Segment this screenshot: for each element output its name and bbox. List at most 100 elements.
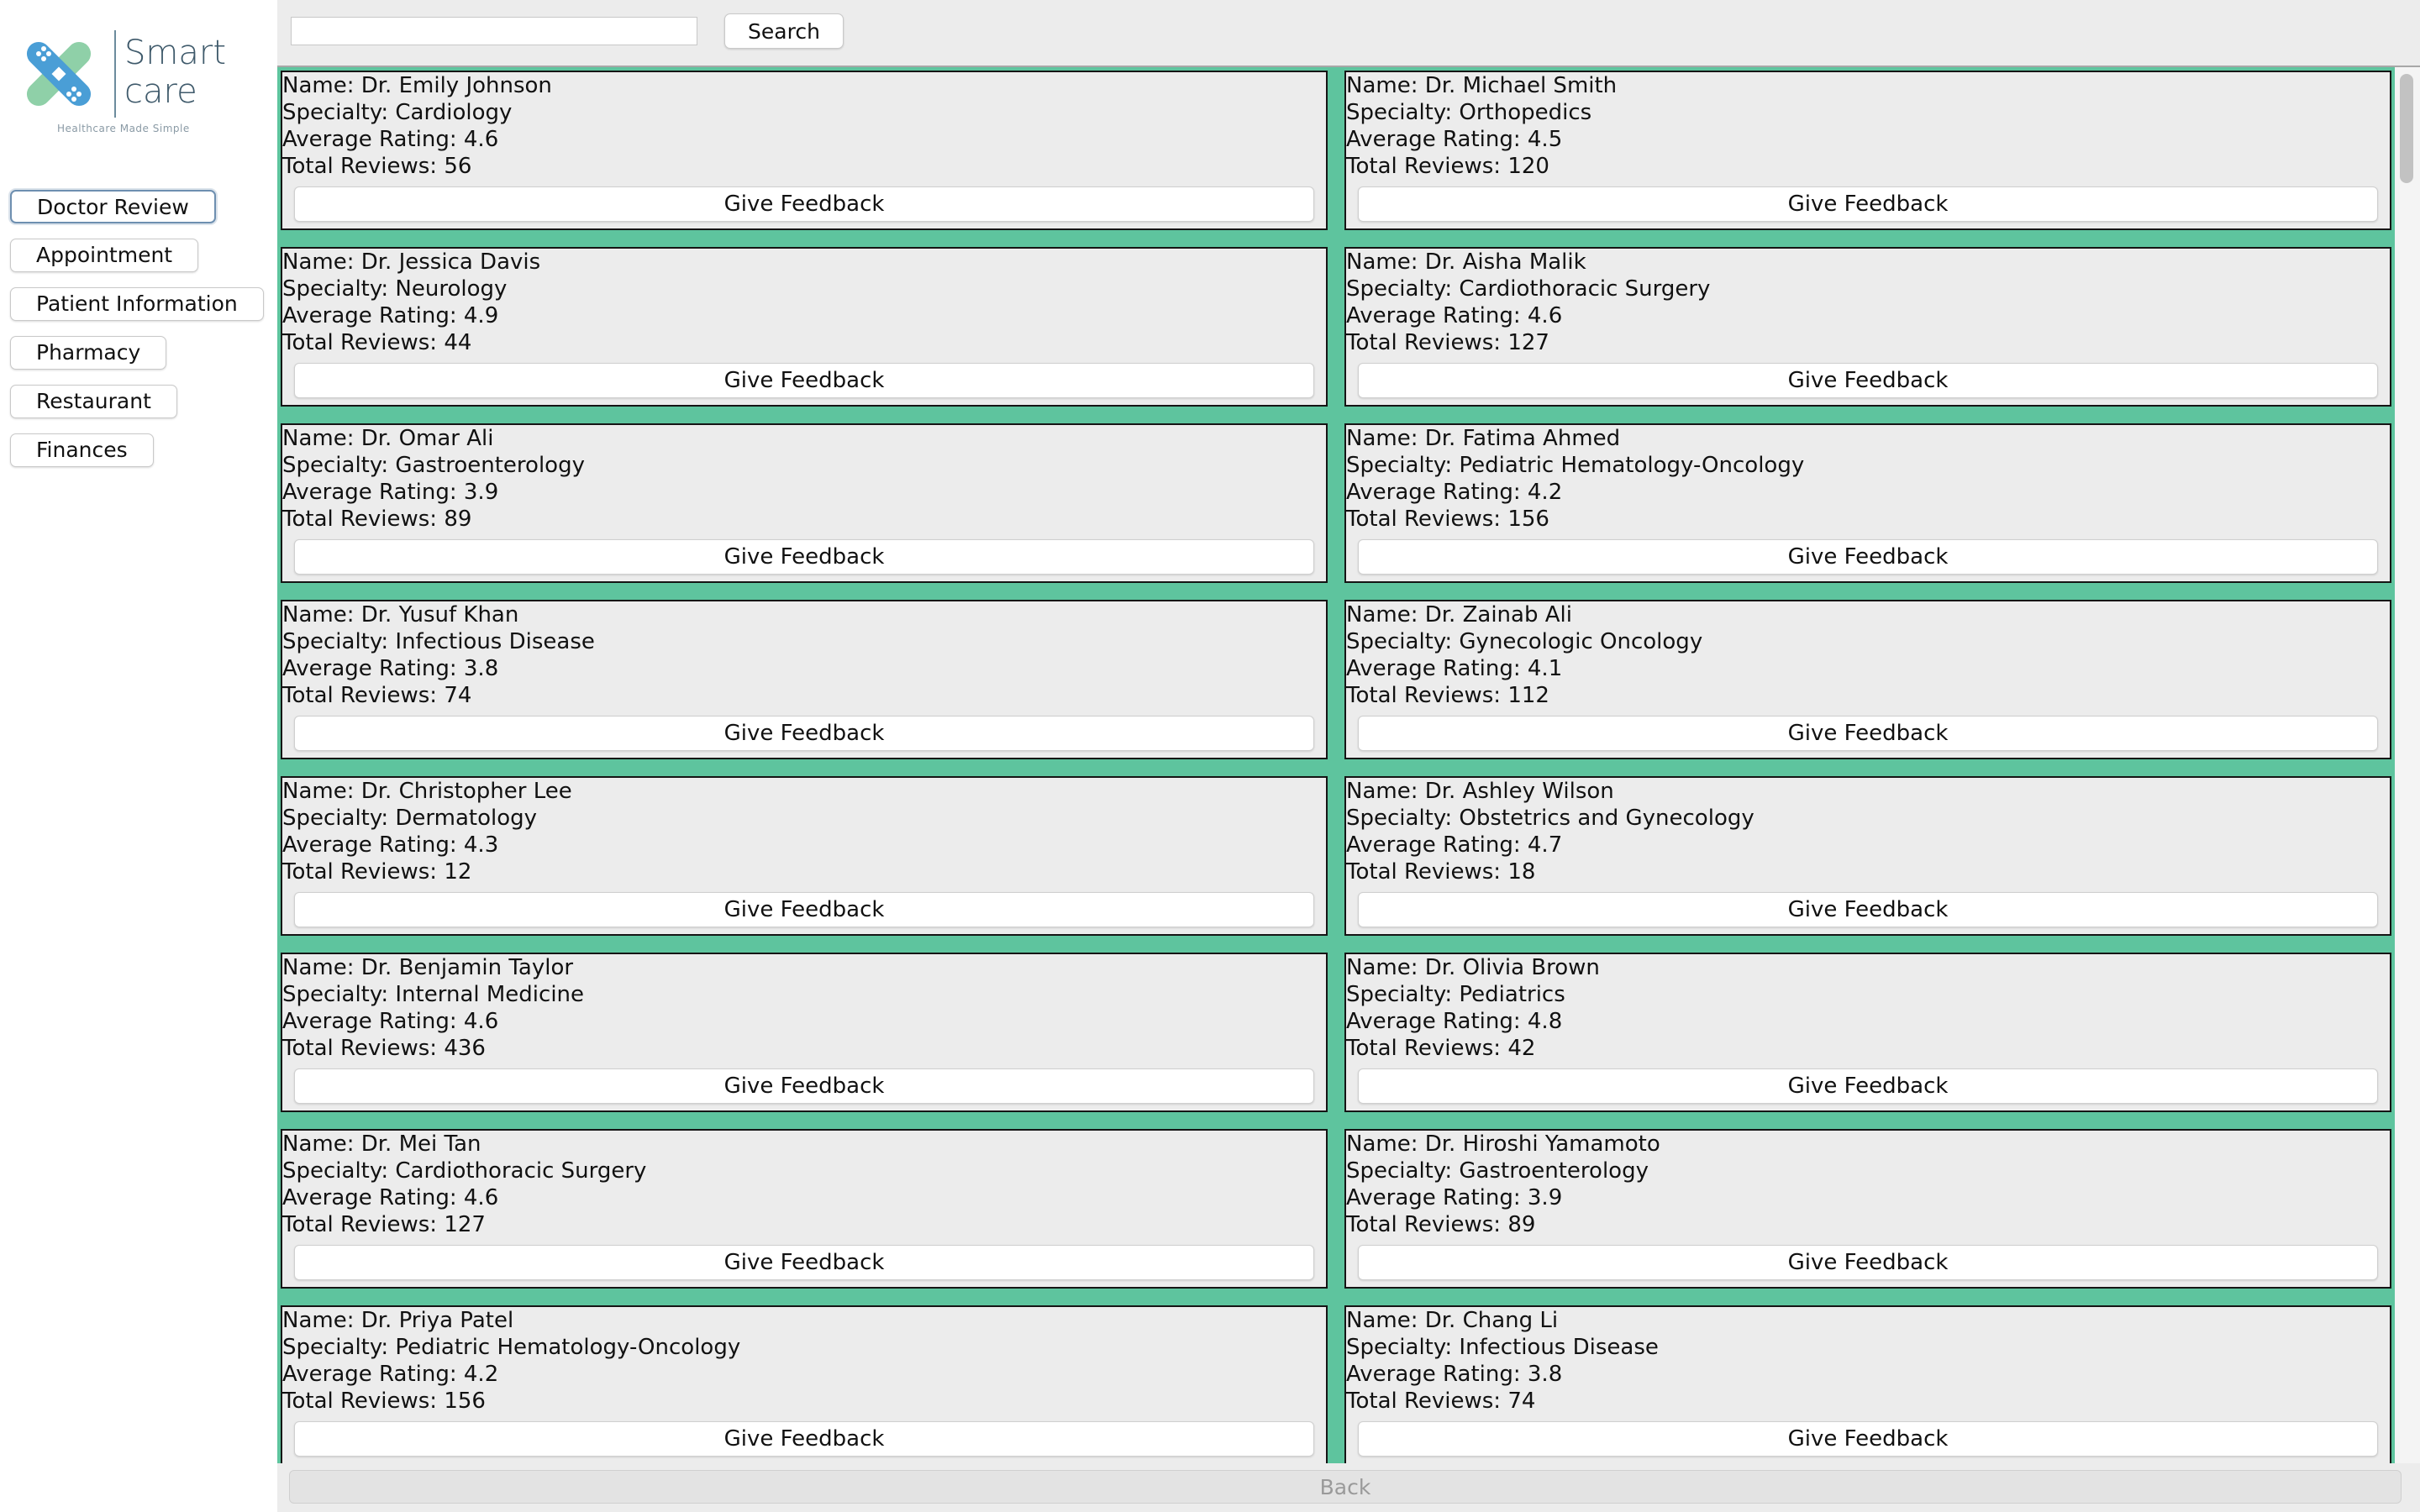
doctor-rating-line: Average Rating: 3.8 — [282, 655, 595, 682]
doctor-rating-line: Average Rating: 4.6 — [282, 1184, 646, 1211]
doctor-name: Dr. Hiroshi Yamamoto — [1424, 1131, 1660, 1157]
doctor-reviews-line: Total Reviews: 127 — [282, 1211, 646, 1238]
doctor-info: Name: Dr. Emily Johnson Specialty: Cardi… — [282, 72, 552, 180]
give-feedback-button[interactable]: Give Feedback — [294, 716, 1314, 751]
doctor-rating: 4.2 — [1527, 480, 1563, 505]
rating-label: Average Rating: — [1346, 656, 1528, 681]
doctor-info: Name: Dr. Benjamin Taylor Specialty: Int… — [282, 954, 584, 1062]
logo-wordmark: Smart care — [124, 34, 226, 111]
doctor-name: Dr. Ashley Wilson — [1424, 779, 1614, 804]
doctor-name: Dr. Priya Patel — [360, 1308, 514, 1333]
doctor-reviews: 89 — [1507, 1212, 1536, 1237]
give-feedback-button[interactable]: Give Feedback — [1358, 716, 2378, 751]
rating-label: Average Rating: — [282, 480, 464, 505]
give-feedback-button[interactable]: Give Feedback — [294, 892, 1314, 927]
smartcare-logo: Smart care Healthcare Made Simple — [20, 30, 239, 139]
doctor-card: Name: Dr. Chang Li Specialty: Infectious… — [1344, 1305, 2391, 1463]
doctor-info: Name: Dr. Chang Li Specialty: Infectious… — [1346, 1307, 1659, 1415]
reviews-label: Total Reviews: — [282, 683, 445, 708]
doctor-reviews: 74 — [444, 683, 472, 708]
doctor-name: Dr. Emily Johnson — [360, 73, 552, 98]
nav-restaurant-button[interactable]: Restaurant — [10, 385, 177, 418]
doctor-specialty: Gastroenterology — [1459, 1158, 1649, 1184]
give-feedback-button[interactable]: Give Feedback — [1358, 892, 2378, 927]
reviews-label: Total Reviews: — [1346, 1036, 1508, 1061]
rating-label: Average Rating: — [1346, 480, 1528, 505]
reviews-label: Total Reviews: — [1346, 330, 1508, 355]
doctor-specialty-line: Specialty: Obstetrics and Gynecology — [1346, 805, 1754, 832]
doctor-reviews: 74 — [1507, 1389, 1536, 1414]
give-feedback-button[interactable]: Give Feedback — [1358, 539, 2378, 575]
name-label: Name: — [282, 779, 361, 804]
rating-label: Average Rating: — [282, 303, 464, 328]
specialty-label: Specialty: — [1346, 100, 1460, 125]
doctor-name-line: Name: Dr. Michael Smith — [1346, 72, 1617, 99]
doctor-name: Dr. Chang Li — [1424, 1308, 1559, 1333]
doctor-card: Name: Dr. Ashley Wilson Specialty: Obste… — [1344, 776, 2391, 936]
rating-label: Average Rating: — [282, 1009, 464, 1034]
logo-line-2: care — [124, 72, 197, 111]
give-feedback-button[interactable]: Give Feedback — [1358, 363, 2378, 398]
doctor-rating: 4.5 — [1527, 127, 1563, 152]
doctor-reviews: 42 — [1507, 1036, 1536, 1061]
vertical-scrollbar[interactable] — [2395, 66, 2420, 1463]
reviews-label: Total Reviews: — [1346, 507, 1508, 532]
doctor-specialty: Infectious Disease — [395, 629, 595, 654]
name-label: Name: — [282, 1308, 361, 1333]
doctor-specialty-line: Specialty: Internal Medicine — [282, 981, 584, 1008]
specialty-label: Specialty: — [1346, 1335, 1460, 1360]
rating-label: Average Rating: — [282, 1185, 464, 1210]
name-label: Name: — [282, 955, 361, 980]
give-feedback-button[interactable]: Give Feedback — [1358, 1068, 2378, 1104]
doctor-card: Name: Dr. Mei Tan Specialty: Cardiothora… — [281, 1129, 1328, 1289]
doctor-specialty-line: Specialty: Infectious Disease — [282, 628, 595, 655]
scrollbar-thumb[interactable] — [2400, 74, 2413, 183]
doctor-name: Dr. Fatima Ahmed — [1424, 426, 1621, 451]
nav-pharmacy-button[interactable]: Pharmacy — [10, 336, 167, 370]
doctor-rating-line: Average Rating: 4.2 — [1346, 479, 1804, 506]
doctor-rating: 4.2 — [463, 1362, 499, 1387]
give-feedback-button[interactable]: Give Feedback — [294, 539, 1314, 575]
doctor-specialty-line: Specialty: Pediatric Hematology-Oncology — [282, 1334, 740, 1361]
name-label: Name: — [282, 426, 361, 451]
give-feedback-button[interactable]: Give Feedback — [294, 1245, 1314, 1280]
doctor-reviews: 156 — [1507, 507, 1549, 532]
doctor-reviews: 89 — [444, 507, 472, 532]
rating-label: Average Rating: — [1346, 303, 1528, 328]
give-feedback-button[interactable]: Give Feedback — [1358, 1245, 2378, 1280]
doctor-rating-line: Average Rating: 4.2 — [282, 1361, 740, 1388]
nav-patient-information-button[interactable]: Patient Information — [10, 287, 264, 321]
name-label: Name: — [1346, 602, 1425, 627]
nav-finances-button[interactable]: Finances — [10, 433, 154, 467]
specialty-label: Specialty: — [282, 1158, 396, 1184]
doctor-reviews-line: Total Reviews: 112 — [1346, 682, 1702, 709]
give-feedback-button[interactable]: Give Feedback — [294, 1421, 1314, 1457]
doctor-rating: 3.9 — [463, 480, 499, 505]
doctor-info: Name: Dr. Omar Ali Specialty: Gastroente… — [282, 425, 585, 533]
doctor-reviews-line: Total Reviews: 89 — [1346, 1211, 1660, 1238]
doctor-rating: 3.8 — [1527, 1362, 1563, 1387]
reviews-label: Total Reviews: — [282, 1389, 445, 1414]
doctor-info: Name: Dr. Jessica Davis Specialty: Neuro… — [282, 249, 540, 356]
doctor-reviews: 112 — [1507, 683, 1549, 708]
nav-appointment-button[interactable]: Appointment — [10, 239, 199, 272]
logo-divider — [114, 30, 116, 118]
doctor-rating: 4.1 — [1527, 656, 1563, 681]
doctor-info: Name: Dr. Priya Patel Specialty: Pediatr… — [282, 1307, 740, 1415]
search-input[interactable] — [291, 17, 697, 45]
doctor-rating-line: Average Rating: 4.6 — [282, 126, 552, 153]
specialty-label: Specialty: — [282, 982, 396, 1007]
give-feedback-button[interactable]: Give Feedback — [294, 186, 1314, 222]
doctor-specialty-line: Specialty: Pediatrics — [1346, 981, 1600, 1008]
doctor-specialty: Obstetrics and Gynecology — [1459, 806, 1754, 831]
doctor-specialty-line: Specialty: Neurology — [282, 276, 540, 302]
doctor-rating-line: Average Rating: 3.9 — [1346, 1184, 1660, 1211]
nav-doctor-review-button[interactable]: Doctor Review — [10, 190, 216, 223]
give-feedback-button[interactable]: Give Feedback — [294, 363, 1314, 398]
doctor-rating: 4.3 — [463, 832, 499, 858]
back-button[interactable]: Back — [289, 1470, 2402, 1504]
give-feedback-button[interactable]: Give Feedback — [294, 1068, 1314, 1104]
give-feedback-button[interactable]: Give Feedback — [1358, 1421, 2378, 1457]
search-button[interactable]: Search — [724, 13, 844, 49]
give-feedback-button[interactable]: Give Feedback — [1358, 186, 2378, 222]
